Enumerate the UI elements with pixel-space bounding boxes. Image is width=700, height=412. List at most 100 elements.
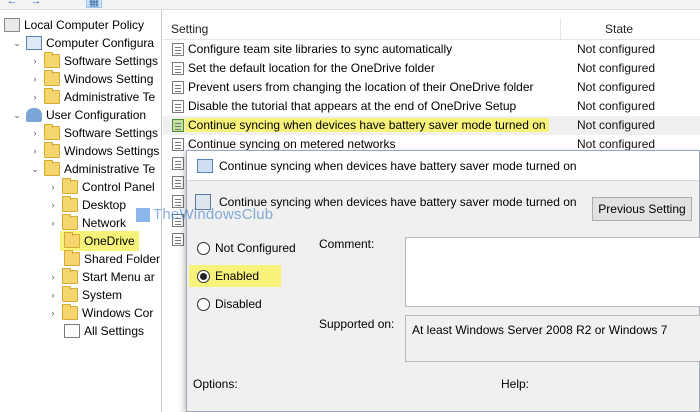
forward-arrow-icon[interactable]: → [28, 0, 44, 8]
radio-circle-icon[interactable] [197, 297, 210, 311]
chevron-right-icon[interactable]: › [48, 218, 58, 228]
chevron-down-icon[interactable]: ⌄ [12, 110, 22, 121]
computer-icon [26, 36, 42, 50]
tree-item-start-menu[interactable]: › Start Menu ar [48, 268, 155, 286]
tree-item-label: User Configuration [46, 108, 147, 122]
settings-list-icon [64, 324, 80, 338]
setting-name: Continue syncing when devices have batte… [185, 118, 549, 132]
supported-on-label: Supported on: [319, 317, 395, 331]
radio-disabled[interactable]: Disabled [197, 295, 262, 313]
chevron-right-icon[interactable]: › [48, 290, 58, 300]
tree-item-user-configuration[interactable]: ⌄ User Configuration [12, 106, 146, 124]
chevron-right-icon[interactable]: › [48, 308, 58, 318]
policy-setting-icon [172, 62, 184, 75]
tree-item-all-settings[interactable]: All Settings [64, 322, 144, 340]
table-row[interactable]: Set the default location for the OneDriv… [163, 59, 700, 78]
tree-item-control-panel[interactable]: › Control Panel [48, 178, 155, 196]
policy-setting-dialog[interactable]: Continue syncing when devices have batte… [186, 150, 700, 412]
tree-item-label: Computer Configura [46, 36, 155, 50]
policy-setting-icon [172, 138, 184, 151]
help-label: Help: [501, 377, 530, 391]
policy-setting-icon [172, 214, 184, 227]
tree-item-label: Administrative Te [64, 90, 156, 104]
tree-item-software-settings[interactable]: › Software Settings [30, 124, 158, 142]
radio-not-configured[interactable]: Not Configured [197, 239, 296, 257]
table-row[interactable]: Configure team site libraries to sync au… [163, 40, 700, 59]
setting-state: Not configured [577, 99, 656, 113]
policy-tree[interactable]: Local Computer Policy ⌄ Computer Configu… [0, 10, 162, 412]
chevron-down-icon[interactable]: ⌄ [30, 164, 40, 175]
column-header-state[interactable]: State [605, 22, 633, 36]
column-header-setting[interactable]: Setting [171, 22, 208, 36]
supported-on-value: At least Windows Server 2008 R2 or Windo… [412, 323, 668, 337]
radio-label: Enabled [215, 269, 260, 283]
tree-item-label: OneDrive [84, 234, 135, 248]
tree-item-label: Network [82, 216, 127, 230]
folder-icon [62, 214, 78, 230]
setting-state: Not configured [577, 42, 656, 56]
folder-icon [62, 196, 78, 212]
options-label: Options: [193, 377, 238, 391]
policy-setting-icon [172, 81, 184, 94]
folder-icon [64, 232, 80, 248]
folder-icon [44, 88, 60, 104]
column-divider[interactable] [560, 18, 561, 40]
tree-item-shared-folders[interactable]: Shared Folder [64, 250, 160, 268]
tree-item-network[interactable]: › Network [48, 214, 126, 232]
tree-item-label: Windows Settings [64, 144, 160, 158]
folder-icon [44, 70, 60, 86]
toolbar: ← → ▦ [0, 0, 700, 10]
back-arrow-icon[interactable]: ← [4, 0, 20, 8]
table-row[interactable]: Prevent users from changing the location… [163, 78, 700, 97]
comment-textarea[interactable] [405, 237, 700, 307]
list-header: Setting State [163, 18, 700, 40]
supported-on-box: At least Windows Server 2008 R2 or Windo… [405, 315, 700, 362]
tree-item-system[interactable]: › System [48, 286, 122, 304]
tree-item-local-computer-policy[interactable]: Local Computer Policy [4, 16, 144, 34]
tree-item-windows-settings[interactable]: › Windows Settings [30, 142, 159, 160]
policy-name: Continue syncing when devices have batte… [219, 195, 577, 209]
tree-item-administrative-templates[interactable]: › Administrative Te [30, 88, 155, 106]
tree-item-label: System [82, 288, 123, 302]
policy-window-icon [197, 159, 213, 173]
chevron-right-icon[interactable]: › [30, 92, 40, 102]
chevron-down-icon[interactable]: ⌄ [12, 38, 22, 49]
chevron-right-icon[interactable]: › [30, 56, 40, 66]
tree-item-label: Start Menu ar [82, 270, 155, 284]
chevron-right-icon[interactable]: › [30, 128, 40, 138]
table-row-selected[interactable]: Continue syncing when devices have batte… [163, 116, 700, 135]
previous-setting-button[interactable]: Previous Setting [592, 197, 692, 221]
chevron-right-icon[interactable]: › [48, 200, 58, 210]
radio-circle-selected-icon[interactable] [197, 269, 210, 283]
setting-state: Not configured [577, 137, 656, 151]
folder-icon [62, 268, 78, 284]
tree-item-windows-settings[interactable]: › Windows Setting [30, 70, 153, 88]
policy-setting-icon [172, 176, 184, 189]
policy-setting-icon [172, 233, 184, 246]
tree-item-computer-configuration[interactable]: ⌄ Computer Configura [12, 34, 154, 52]
tree-item-desktop[interactable]: › Desktop [48, 196, 126, 214]
tree-item-label: Desktop [82, 198, 127, 212]
radio-enabled[interactable]: Enabled [189, 265, 282, 287]
setting-name: Set the default location for the OneDriv… [188, 61, 435, 75]
folder-icon [64, 250, 80, 266]
chevron-right-icon[interactable]: › [30, 74, 40, 84]
table-row[interactable]: Disable the tutorial that appears at the… [163, 97, 700, 116]
folder-icon [44, 160, 60, 176]
setting-name: Prevent users from changing the location… [188, 80, 534, 94]
tree-item-onedrive[interactable]: OneDrive [60, 231, 139, 251]
chevron-right-icon[interactable]: › [48, 182, 58, 192]
radio-circle-icon[interactable] [197, 241, 210, 255]
tree-item-administrative-templates[interactable]: ⌄ Administrative Te [30, 160, 155, 178]
tree-item-windows-components[interactable]: › Windows Cor [48, 304, 153, 322]
tree-item-software-settings[interactable]: › Software Settings [30, 52, 158, 70]
policy-setting-icon [172, 119, 184, 132]
chevron-right-icon[interactable]: › [48, 272, 58, 282]
tree-item-label: Local Computer Policy [24, 18, 145, 32]
chevron-right-icon[interactable]: › [30, 146, 40, 156]
show-hide-tree-icon[interactable]: ▦ [86, 0, 102, 8]
folder-icon [62, 304, 78, 320]
folder-icon [62, 286, 78, 302]
dialog-title-bar[interactable]: Continue syncing when devices have batte… [187, 151, 699, 181]
comment-label: Comment: [319, 237, 375, 251]
